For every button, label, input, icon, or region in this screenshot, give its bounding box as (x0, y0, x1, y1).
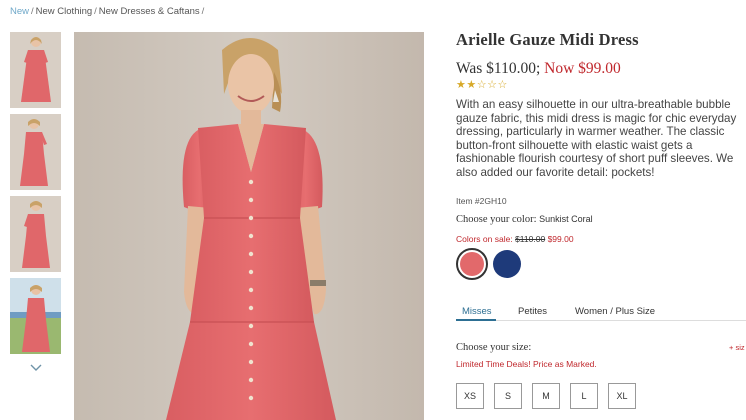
thumbnail-1[interactable] (10, 32, 61, 108)
size-label: Choose your size: (456, 342, 532, 353)
breadcrumb: New / New Clothing / New Dresses & Caftans / (10, 6, 206, 17)
price-now: Now $99.00 (544, 60, 621, 77)
sale-new-price: $99.00 (547, 234, 574, 244)
tab-women-plus[interactable]: Women / Plus Size (575, 306, 655, 317)
color-label-text: Choose your color: (456, 214, 537, 225)
swatch-sunkist-coral-fill (460, 252, 484, 276)
chevron-down-icon[interactable] (29, 360, 43, 371)
deal-notice: Limited Time Deals! Price as Marked. (456, 359, 597, 369)
star-empty-icon: ☆ (476, 79, 488, 91)
size-button-m[interactable]: M (532, 383, 560, 409)
color-label: Choose your color: Sunkist Coral (456, 214, 593, 225)
selected-color: Sunkist Coral (539, 214, 593, 224)
item-number: Item #2GH10 (456, 196, 507, 206)
star-empty-icon: ☆ (487, 79, 498, 91)
price-was: Was $110.00; (456, 60, 541, 77)
star-filled-icon: ★ (456, 79, 467, 91)
size-button-xl[interactable]: XL (608, 383, 636, 409)
breadcrumb-link-new-dresses[interactable]: New Dresses & Caftans (99, 6, 200, 17)
size-button-l[interactable]: L (570, 383, 598, 409)
product-title: Arielle Gauze Midi Dress (456, 30, 639, 49)
size-chart-link[interactable]: + siz (729, 343, 745, 352)
sale-old-price: $110.00 (515, 234, 546, 244)
rating-stars[interactable]: ★★☆☆☆ (456, 78, 508, 91)
thumbnail-3[interactable] (10, 196, 61, 272)
star-filled-icon: ★ (466, 79, 477, 91)
thumbnail-list (10, 32, 62, 360)
colors-on-sale: Colors on sale: $110.00 $99.00 (456, 234, 574, 244)
size-button-s[interactable]: S (494, 383, 522, 409)
star-empty-icon: ☆ (497, 79, 508, 91)
tab-petites[interactable]: Petites (518, 306, 547, 317)
breadcrumb-separator: / (201, 6, 205, 17)
breadcrumb-link-new[interactable]: New (10, 6, 29, 17)
thumbnail-4[interactable] (10, 278, 61, 354)
tab-misses[interactable]: Misses (462, 306, 492, 317)
swatch-navy[interactable] (493, 250, 521, 278)
active-tab-indicator (456, 319, 496, 321)
thumbnail-2[interactable] (10, 114, 61, 190)
product-main-image[interactable] (74, 32, 424, 420)
product-price: Was $110.00; Now $99.00 (456, 60, 621, 78)
product-description: With an easy silhouette in our ultra-bre… (456, 98, 737, 179)
breadcrumb-separator: / (31, 6, 34, 17)
breadcrumb-link-new-clothing[interactable]: New Clothing (36, 6, 93, 17)
sale-label: Colors on sale: (456, 234, 513, 244)
size-button-xs[interactable]: XS (456, 383, 484, 409)
swatch-sunkist-coral[interactable] (456, 248, 488, 280)
breadcrumb-separator: / (94, 6, 97, 17)
size-category-tabs: Misses Petites Women / Plus Size (456, 304, 746, 321)
